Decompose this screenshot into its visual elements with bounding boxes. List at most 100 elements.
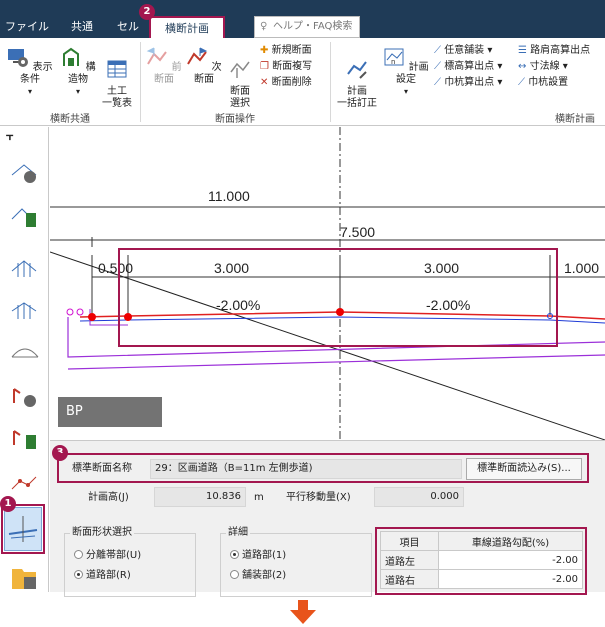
std-section-label: 標準断面名称: [72, 463, 132, 474]
new-section-icon: ✚: [260, 45, 269, 56]
parallel-shift-label: 平行移動量(X): [286, 492, 351, 503]
section-view-doc-icon[interactable]: [10, 205, 40, 231]
base-line: [67, 354, 605, 370]
plan-doc-icon[interactable]: [10, 425, 40, 453]
radio-road-part[interactable]: 道路部(1): [230, 549, 286, 563]
row-label-left: 道路左: [380, 550, 439, 570]
tab-cross-plan[interactable]: 横断計画: [149, 16, 225, 38]
slope-table-header-value: 車線道路勾配(%): [438, 531, 583, 551]
dimension-line-icon: ↔: [518, 61, 527, 72]
plan-gear-icon[interactable]: [10, 383, 40, 411]
copy-section-button[interactable]: ❐ 断面複写: [260, 60, 312, 74]
delete-section-button[interactable]: ✕ 断面削除: [260, 76, 312, 90]
next-step-arrow-icon: [290, 600, 316, 624]
ribbon-separator: [330, 42, 331, 122]
structure-icon: [63, 47, 80, 66]
row-label-right: 道路右: [380, 569, 439, 589]
section-select-icon: [230, 61, 250, 78]
cross-section-canvas[interactable]: 11.000 7.500 0.500 3.000 3.000 1.000 -2.…: [50, 127, 605, 440]
plan-height-unit: m: [254, 492, 264, 503]
slope-table-header-item: 項目: [380, 531, 439, 551]
help-search-input[interactable]: ♀ ヘルプ・FAQ検索: [254, 16, 360, 38]
row-value-left[interactable]: -2.00: [438, 550, 583, 570]
slope-table: 項目 車線道路勾配(%) 道路左 -2.00 道路右 -2.00: [380, 531, 583, 589]
dimension-line-button[interactable]: ↔ 寸法線 ▾: [518, 60, 568, 74]
table-icon: [107, 60, 127, 78]
radio-pavement-part-dot: [230, 570, 239, 579]
svg-text:n: n: [391, 58, 395, 66]
pin-icon[interactable]: ⫟: [6, 129, 14, 144]
ribbon-group-section-label: 断面操作: [215, 114, 255, 125]
callout-badge-1: 1: [0, 496, 16, 512]
next-section-button[interactable]: 次断面: [184, 46, 224, 86]
plan-height-label: 計画高(J): [88, 492, 129, 503]
callout-badge-2: 2: [139, 4, 155, 20]
help-search-placeholder: ヘルプ・FAQ検索: [273, 21, 353, 32]
radio-road-dot: [74, 570, 83, 579]
ribbon-group-plan-label: 横断計画: [555, 114, 595, 125]
monitor-gear-icon: [8, 49, 29, 67]
plan-height-field[interactable]: 10.836: [154, 487, 246, 507]
shape-select-group: [64, 533, 196, 597]
load-std-section-button[interactable]: 標準断面読込み(S)...: [466, 458, 582, 480]
lightbulb-icon: ♀: [260, 21, 268, 32]
folder-calc-icon[interactable]: [10, 563, 40, 591]
structure-button[interactable]: 構造物 ▾: [58, 46, 98, 98]
radio-road-part-dot: [230, 550, 239, 559]
ribbon-tab-bar: ファイル 共通 セル 横断計画 2 ♀ ヘルプ・FAQ検索: [0, 0, 605, 38]
detail-group: [220, 533, 372, 597]
width-stake-point-button[interactable]: ⟋ 巾杭算出点 ▾: [434, 76, 502, 90]
callout-highlight-lanes: [118, 248, 558, 347]
ribbon: 表示条件 ▾ 構造物 ▾ 土工 一覧表 横断共通 前断面 次断面 断面 選択 ✚ 新…: [0, 38, 605, 126]
dim-right-text: 1.000: [564, 260, 599, 276]
radio-road[interactable]: 道路部(R): [74, 569, 131, 583]
std-section-name-field[interactable]: 29：区画道路（B=11m 左側歩道): [150, 459, 462, 479]
ribbon-group-common-label: 横断共通: [50, 114, 90, 125]
install-width-stake-button[interactable]: ⟋ 巾杭設置: [518, 76, 568, 90]
new-section-button[interactable]: ✚ 新規断面: [260, 44, 312, 58]
left-toolbar: ⫟ 1: [0, 127, 49, 592]
arbitrary-pavement-button[interactable]: ⟋ 任意舗装 ▾: [434, 44, 492, 58]
dim-top-text: 11.000: [208, 188, 250, 204]
plan-batch-edit-button[interactable]: 計画 一括訂正: [334, 46, 380, 110]
plan-settings-icon: n: [384, 48, 404, 66]
radio-median[interactable]: 分離帯部(U): [74, 549, 141, 563]
detail-title: 詳細: [226, 526, 250, 540]
prev-flag-icon: [147, 47, 168, 65]
tab-common[interactable]: 共通: [62, 16, 102, 38]
table-row: 道路右 -2.00: [380, 569, 583, 589]
section-view-gear-icon[interactable]: [10, 161, 40, 185]
points-line-icon[interactable]: [10, 473, 40, 495]
row-value-right[interactable]: -2.00: [438, 569, 583, 589]
select-section-button[interactable]: 断面 選択: [224, 46, 256, 110]
display-conditions-button[interactable]: 表示条件 ▾: [6, 46, 54, 98]
point-left: [88, 313, 96, 321]
plan-settings-button[interactable]: n 計画設定 ▾: [382, 46, 430, 98]
section-lines-icon[interactable]: [10, 257, 40, 279]
dim-mid-text: 7.500: [340, 224, 375, 240]
pavement-icon: ⟋: [434, 45, 441, 56]
prev-section-button[interactable]: 前断面: [144, 46, 184, 86]
radio-pavement-part[interactable]: 舗装部(2): [230, 569, 286, 583]
width-stake-icon: ⟋: [434, 77, 441, 88]
shape-select-title: 断面形状選択: [70, 526, 134, 540]
install-stake-icon: ⟋: [518, 77, 525, 88]
elevation-point-button[interactable]: ⟋ 標高算出点 ▾: [434, 60, 502, 74]
section-settings-panel: 3 標準断面名称 29：区画道路（B=11m 左側歩道) 標準断面読込み(S).…: [50, 440, 605, 597]
section-lines-alt-icon[interactable]: [10, 299, 40, 321]
batch-edit-icon: [347, 61, 367, 79]
bp-label: BP: [58, 397, 162, 427]
arc-icon[interactable]: [10, 341, 40, 361]
tab-file[interactable]: ファイル: [4, 16, 50, 38]
table-row: 道路左 -2.00: [380, 550, 583, 570]
parallel-shift-field[interactable]: 0.000: [374, 487, 464, 507]
shoulder-height-point-button[interactable]: ☰ 路肩高算出点: [518, 44, 590, 58]
shoulder-height-icon: ☰: [518, 45, 527, 56]
delete-section-icon: ✕: [260, 77, 269, 88]
tab-cell[interactable]: セル: [112, 16, 144, 38]
elevation-point-icon: ⟋: [434, 61, 441, 72]
radio-median-dot: [74, 550, 83, 559]
earthwork-list-button[interactable]: 土工 一覧表: [100, 46, 134, 110]
copy-section-icon: ❐: [260, 61, 269, 72]
next-flag-icon: [187, 47, 208, 65]
